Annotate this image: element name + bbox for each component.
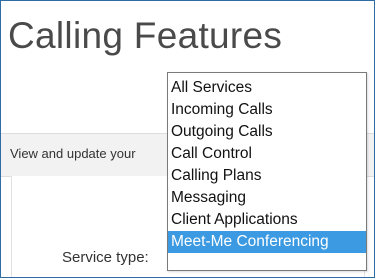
option-messaging[interactable]: Messaging (168, 187, 366, 209)
service-type-dropdown[interactable]: All Services Incoming Calls Outgoing Cal… (167, 72, 367, 271)
option-incoming-calls[interactable]: Incoming Calls (168, 99, 366, 121)
option-calling-plans[interactable]: Calling Plans (168, 165, 366, 187)
option-client-applications[interactable]: Client Applications (168, 209, 366, 231)
app-frame: Calling Features View and update your Se… (0, 0, 375, 278)
page-title: Calling Features (8, 15, 283, 56)
option-outgoing-calls[interactable]: Outgoing Calls (168, 121, 366, 143)
page-description: View and update your (10, 146, 136, 161)
service-type-label: Service type: (62, 249, 149, 266)
option-all-services[interactable]: All Services (168, 77, 366, 99)
option-meet-me-conferencing[interactable]: Meet-Me Conferencing (168, 231, 366, 253)
option-call-control[interactable]: Call Control (168, 143, 366, 165)
